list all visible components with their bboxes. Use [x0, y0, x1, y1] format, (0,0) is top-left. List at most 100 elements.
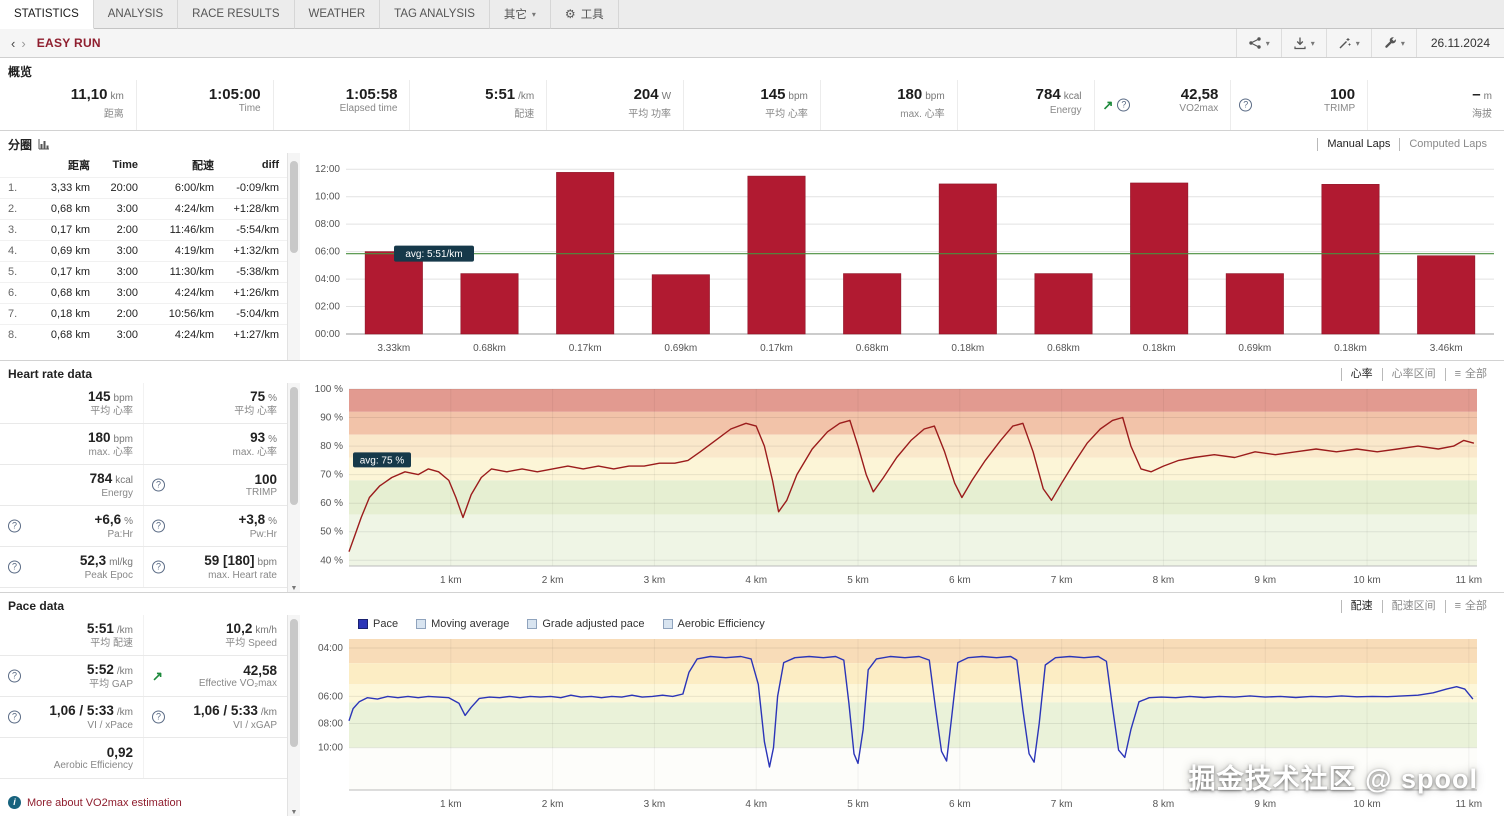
legend-checkbox[interactable]	[662, 619, 673, 629]
legend-checkbox[interactable]	[416, 619, 427, 629]
lap-time: 2:00	[98, 219, 146, 241]
heart-rate-chart[interactable]: 40 % 50 % 60 % 70 % 80 % 90 % 100 % 1 km 2 km 3 k…	[300, 383, 1504, 592]
nav-tab-tag-analysis[interactable]: TAG ANALYSIS	[380, 0, 490, 29]
legend-pace[interactable]: Pace	[358, 618, 398, 630]
svg-text:0.18km: 0.18km	[951, 343, 984, 354]
legend-checkbox[interactable]	[358, 619, 368, 629]
lap-pace-chart[interactable]: 00:00 02:00 04:00 06:00 08:00 10:00 12:00 3.33k…	[300, 153, 1504, 360]
scroll-down-icon[interactable]: ▼	[288, 585, 300, 592]
nav-tab-race-results[interactable]: RACE RESULTS	[178, 0, 295, 29]
laps-table: 距离 Time 配速 diff 1. 3,33 km 20:00 6:00/km -0:09/k…	[0, 153, 287, 360]
runalyze-app: STATISTICS ANALYSIS RACE RESULTS WEATHER TAG…	[0, 0, 1504, 816]
edit-tools-button[interactable]: ▾	[1325, 29, 1371, 57]
legend-grade-adjusted-pace[interactable]: Grade adjusted pace	[527, 618, 645, 630]
laps-scrollbar[interactable]	[287, 153, 300, 360]
hr-view-button[interactable]: 心率	[1340, 367, 1382, 381]
svg-text:0.18km: 0.18km	[1334, 343, 1367, 354]
stat-unit: /km	[116, 665, 133, 677]
manual-laps-view-button[interactable]: Manual Laps	[1317, 137, 1399, 151]
help-icon[interactable]: ?	[1239, 98, 1253, 112]
heart-rate-heading: Heart rate data	[8, 367, 93, 381]
stat-aerobic-efficiency: 0,92 Aerobic Efficiency	[0, 738, 143, 778]
stat-label: Energy	[101, 487, 133, 499]
laps-header-index	[0, 153, 26, 178]
stat-label: Aerobic Efficiency	[53, 759, 133, 771]
stat-label: Peak Epoc	[84, 569, 133, 581]
help-icon[interactable]: ?	[8, 560, 21, 574]
nav-tab-more[interactable]: 其它 ▾	[489, 0, 551, 29]
stat-label: 海拔	[1471, 109, 1492, 120]
lap-index: 2.	[0, 198, 26, 220]
stat-label: VO2max	[1179, 103, 1219, 114]
hr-zones-view-button[interactable]: 心率区间	[1381, 367, 1445, 381]
help-icon[interactable]: ?	[152, 560, 165, 574]
help-icon[interactable]: ?	[8, 519, 21, 533]
gear-icon: ⚙	[564, 7, 576, 21]
stat-avg-power: 204 W 平均 功率	[546, 80, 683, 130]
legend-aerobic-efficiency[interactable]: Aerobic Efficiency	[662, 618, 765, 630]
scrollbar-thumb[interactable]	[290, 161, 298, 253]
nav-tab-analysis[interactable]: ANALYSIS	[93, 0, 179, 29]
pace-all-view-button[interactable]: ≡ 全部	[1444, 599, 1496, 613]
pace-chart[interactable]: 04:00 06:00 08:00 10:00 1 km 2 km 3 km 4 km 5 km…	[300, 633, 1504, 816]
stat-label: 平均 配速	[90, 637, 133, 649]
nav-tab-weather[interactable]: WEATHER	[294, 0, 381, 29]
lap-time: 3:00	[98, 198, 146, 220]
svg-text:2 km: 2 km	[542, 799, 564, 810]
stat-value: 784 kcal	[1035, 86, 1082, 103]
settings-button[interactable]: ▾	[1370, 29, 1416, 57]
stat-label: 平均 心率	[765, 109, 808, 120]
export-button[interactable]: ▾	[1280, 29, 1326, 57]
pace-zones-view-button[interactable]: 配速区间	[1381, 599, 1445, 613]
stat-unit: /km	[260, 706, 277, 718]
help-icon[interactable]: ?	[152, 710, 165, 724]
vo2max-info-link[interactable]: i More about VO2max estimation	[0, 791, 287, 816]
stat-avg-speed: 10,2 km/h 平均 Speed	[143, 615, 287, 655]
heart-rate-scrollbar[interactable]: ▼	[287, 383, 300, 592]
pace-view-button[interactable]: 配速	[1340, 599, 1382, 613]
help-icon[interactable]: ?	[152, 478, 165, 492]
next-activity-button[interactable]: ›	[18, 36, 28, 51]
laps-header-cell: diff	[261, 159, 279, 171]
overview-section: 概览 11,10 km 距离 1:05:00 Time 1:05:58 Elapsed ti…	[0, 58, 1504, 130]
scrollbar-thumb[interactable]	[290, 387, 298, 505]
main-nav: STATISTICS ANALYSIS RACE RESULTS WEATHER TAG…	[0, 0, 1504, 29]
scrollbar-thumb[interactable]	[290, 619, 298, 747]
stat-unit: bpm	[788, 91, 808, 102]
stat-label: TRIMP	[1324, 103, 1356, 114]
svg-text:10 km: 10 km	[1353, 575, 1380, 586]
prev-activity-button[interactable]: ‹	[8, 36, 18, 51]
svg-text:4 km: 4 km	[745, 575, 767, 586]
help-icon[interactable]: ?	[8, 669, 21, 683]
help-icon[interactable]: ?	[1117, 98, 1131, 112]
pace-scrollbar[interactable]: ▼	[287, 615, 300, 816]
svg-text:avg: 75 %: avg: 75 %	[360, 455, 405, 466]
legend-label: Moving average	[431, 618, 510, 630]
stat-unit: ml/kg	[109, 556, 133, 568]
nav-tab-tools[interactable]: ⚙ 工具	[550, 0, 619, 29]
stat-elevation: – m 海拔	[1367, 80, 1504, 130]
legend-checkbox[interactable]	[527, 619, 538, 629]
help-icon[interactable]: ?	[152, 519, 165, 533]
stat-label: max. 心率	[900, 109, 945, 120]
lap-diff: -5:38/km	[222, 261, 287, 283]
svg-text:00:00: 00:00	[315, 329, 340, 340]
stat-label: Energy	[1049, 105, 1082, 116]
stat-value: 1,06 / 5:33/km	[49, 702, 133, 718]
svg-text:7 km: 7 km	[1051, 575, 1073, 586]
help-icon[interactable]: ?	[8, 710, 21, 724]
scroll-down-icon[interactable]: ▼	[288, 809, 300, 816]
hr-all-view-button[interactable]: ≡ 全部	[1444, 367, 1496, 381]
bar-chart-icon[interactable]	[38, 138, 50, 150]
stat-label: 平均 心率	[234, 405, 277, 417]
stat-duration: 1:05:00 Time	[135, 80, 273, 130]
nav-tab-statistics[interactable]: STATISTICS	[0, 0, 94, 29]
heart-rate-section: Heart rate data 心率 心率区间 ≡ 全部 145 bpm 平均 心率 75%…	[0, 360, 1504, 592]
svg-text:02:00: 02:00	[315, 302, 340, 313]
computed-laps-view-button[interactable]: Computed Laps	[1399, 137, 1496, 151]
svg-text:40 %: 40 %	[320, 555, 343, 566]
stat-label: max. Heart rate	[208, 569, 277, 581]
share-button[interactable]: ▾	[1235, 29, 1281, 57]
empty-cell	[143, 738, 287, 778]
legend-moving-average[interactable]: Moving average	[416, 618, 509, 630]
